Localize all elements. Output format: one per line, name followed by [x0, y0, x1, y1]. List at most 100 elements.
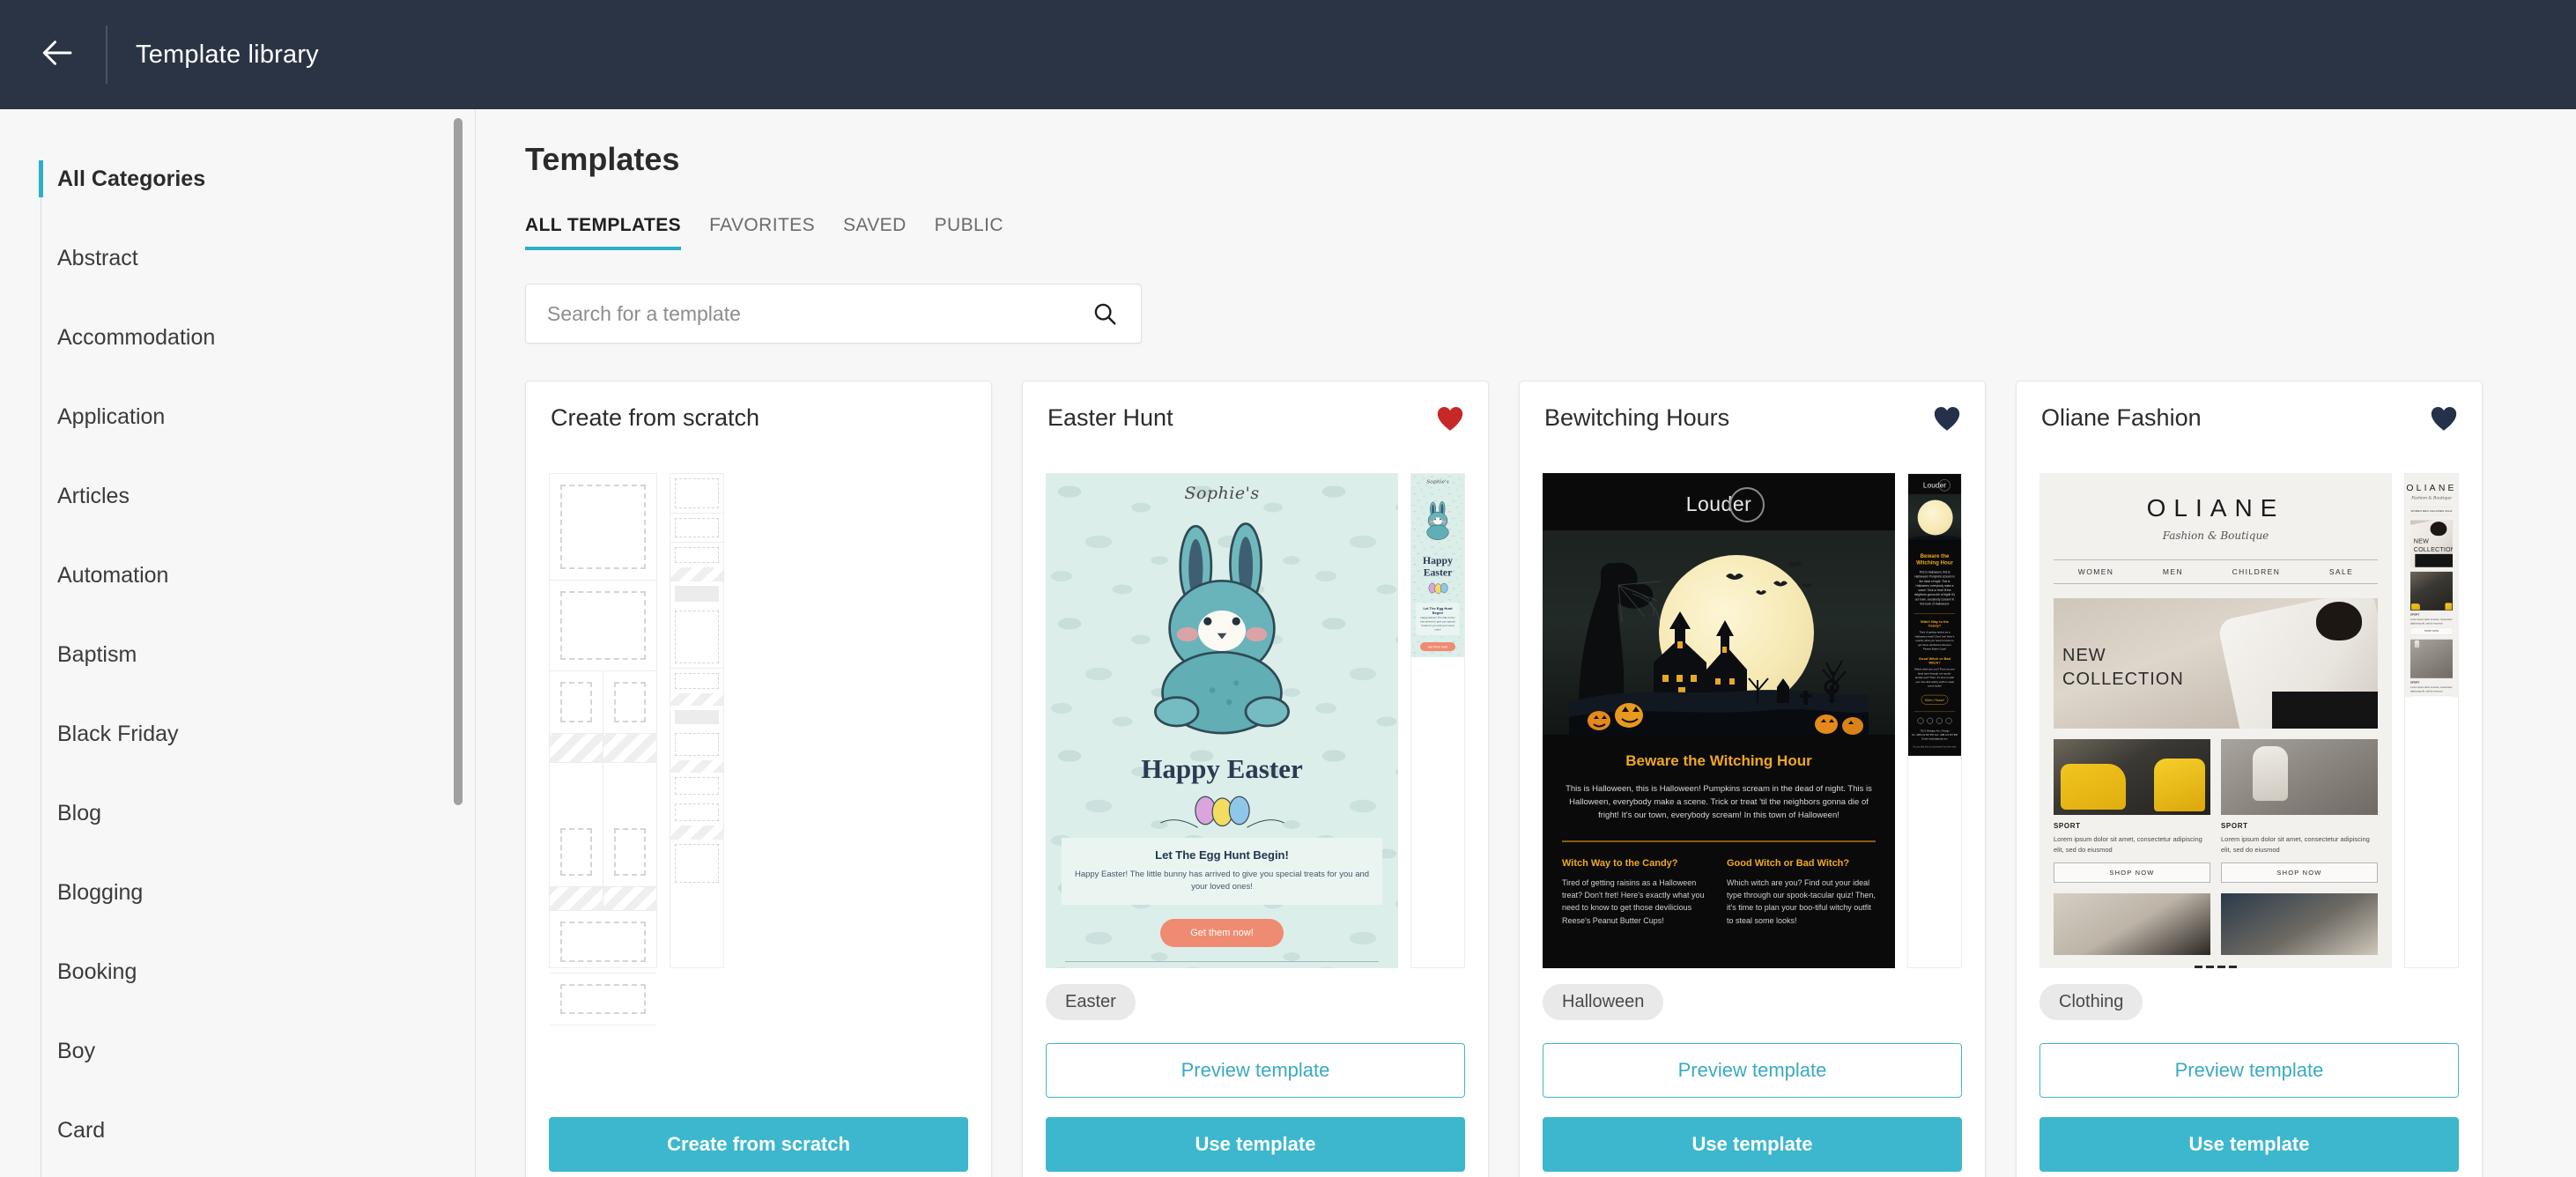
template-card-bewitching-hours[interactable]: Bewitching Hours Louder Beware the Witch… [1519, 381, 1986, 1177]
halloween-desktop-preview: Louder Beware the Witching Hour This is … [1543, 473, 1895, 968]
template-tag[interactable]: Clothing [2039, 984, 2143, 1020]
preview-template-button[interactable]: Preview template [1543, 1043, 1962, 1098]
halloween-column-2: Good Witch or Bad Witch? Which witch are… [1727, 858, 1876, 928]
card-title: Oliane Fashion [2041, 404, 2202, 431]
use-template-button[interactable]: Use template [1046, 1117, 1465, 1172]
back-button[interactable] [26, 23, 90, 86]
template-card-oliane-fashion[interactable]: Oliane Fashion OLIANE Fashion & Boutique [2016, 381, 2483, 1177]
halloween-col1-body: Tired of getting raisins as a Halloween … [1562, 877, 1705, 925]
halloween-logo: Louder [1543, 473, 1895, 530]
favorite-heart-icon[interactable] [2429, 404, 2459, 432]
sidebar-item-application[interactable]: Application [0, 377, 475, 456]
oliane-product-3-image [2054, 893, 2210, 955]
preview-template-button[interactable]: Preview template [1046, 1043, 1465, 1098]
sidebar-item-accommodation[interactable]: Accommodation [0, 298, 475, 377]
logo-ring-icon [1729, 487, 1765, 522]
main-content: Templates ALL TEMPLATES FAVORITES SAVED … [476, 109, 2576, 1177]
oliane-product-2-cta: SHOP NOW [2221, 862, 2378, 883]
template-card-create-from-scratch[interactable]: Create from scratch Create from scratch [525, 381, 992, 1177]
template-card-easter-hunt[interactable]: Easter Hunt Sophie's Happy Easter Let Th… [1022, 381, 1489, 1177]
template-tag[interactable]: Easter [1046, 984, 1136, 1020]
sidebar-item-card[interactable]: Card [0, 1091, 475, 1170]
oliane-product-grid: SPORT Lorem ipsum dolor sit amet, consec… [2054, 739, 2378, 883]
facebook-icon [2195, 966, 2202, 968]
sidebar-item-abstract[interactable]: Abstract [0, 218, 475, 298]
create-from-scratch-button[interactable]: Create from scratch [549, 1117, 968, 1172]
sidebar-item-automation[interactable]: Automation [0, 536, 475, 615]
oliane-product-1-label: SPORT [2054, 822, 2081, 830]
halloween-column-1: Witch Way to the Candy? Tired of getting… [1562, 858, 1711, 928]
sidebar-item-boy[interactable]: Boy [0, 1011, 475, 1091]
easter-desktop-preview: Sophie's Happy Easter Let The Egg Hunt B… [1046, 473, 1398, 968]
sidebar-item-label: Application [57, 403, 166, 429]
use-template-button[interactable]: Use template [1543, 1117, 1962, 1172]
card-thumbnail: Sophie's Happy Easter Let The Egg Hunt B… [1046, 473, 1465, 968]
oliane-desktop-preview: OLIANE Fashion & Boutique WOMEN MEN CHIL… [2039, 473, 2392, 968]
sidebar-item-all-categories[interactable]: All Categories [0, 139, 475, 218]
search-icon[interactable] [1092, 300, 1118, 327]
card-header: Bewitching Hours [1543, 404, 1962, 454]
card-header: Create from scratch [549, 404, 968, 454]
oliane-nav-men: MEN [2162, 567, 2184, 576]
use-template-button[interactable]: Use template [2039, 1117, 2459, 1172]
easter-eggs-illustration [1046, 792, 1398, 828]
favorite-heart-icon[interactable] [1932, 404, 1962, 432]
oliane-product-1-cta: SHOP NOW [2054, 862, 2210, 883]
sidebar-item-black-friday[interactable]: Black Friday [0, 694, 475, 774]
card-thumbnail: Louder Beware the Witching Hour This is … [1543, 473, 1962, 968]
halloween-col2-body: Which witch are you? Find out your ideal… [1727, 877, 1876, 925]
sidebar-item-blog[interactable]: Blog [0, 774, 475, 853]
halloween-body: This is Halloween, this is Halloween! Pu… [1566, 784, 1872, 821]
top-bar: Template library [0, 0, 2576, 109]
card-title: Bewitching Hours [1544, 404, 1730, 431]
sidebar-item-label: Articles [57, 483, 130, 508]
linkedin-icon [2229, 966, 2237, 968]
sidebar-item-label: Accommodation [57, 324, 216, 350]
sidebar-item-label: Booking [57, 959, 137, 984]
halloween-scene-illustration [1543, 530, 1895, 735]
preview-template-button[interactable]: Preview template [2039, 1043, 2459, 1098]
halloween-mobile-preview: Louder Beware the Witching Hour This is … [1907, 473, 1962, 968]
search-input[interactable] [547, 301, 1092, 326]
sidebar-scrollbar[interactable] [454, 109, 464, 1177]
favorite-heart-icon[interactable] [1435, 404, 1465, 432]
easter-headline: Happy Easter [1141, 753, 1303, 784]
template-card-grid: Create from scratch Create from scratch … [525, 381, 2576, 1177]
oliane-hero-line1: NEW [2062, 646, 2106, 665]
tab-all-templates[interactable]: ALL TEMPLATES [525, 215, 682, 250]
template-tag[interactable]: Halloween [1543, 984, 1664, 1020]
oliane-nav-sale: SALE [2328, 567, 2354, 576]
oliane-nav-children: CHILDREN [2232, 567, 2281, 576]
arrow-left-icon [40, 34, 77, 76]
sidebar-item-articles[interactable]: Articles [0, 456, 475, 536]
sidebar-item-label: Boy [57, 1038, 96, 1063]
sidebar-item-baptism[interactable]: Baptism [0, 615, 475, 694]
easter-divider [1065, 960, 1379, 962]
tab-saved[interactable]: SAVED [843, 215, 907, 250]
tab-favorites[interactable]: FAVORITES [709, 215, 815, 250]
sidebar-item-label: Baptism [57, 641, 137, 667]
oliane-logo-sub: Fashion & Boutique [2162, 529, 2269, 542]
sidebar-item-label: Automation [57, 562, 169, 588]
easter-message-block: Let The Egg Hunt Begin! Happy Easter! Th… [1062, 838, 1382, 905]
oliane-logo-text: OLIANE [2146, 494, 2285, 522]
sidebar-scrollbar-thumb[interactable] [454, 118, 463, 805]
sidebar-item-label: Black Friday [57, 721, 179, 746]
topbar-divider [106, 26, 107, 84]
sidebar-item-booking[interactable]: Booking [0, 932, 475, 1011]
card-footer: Clothing Preview template Use template [2039, 984, 2459, 1177]
halloween-col1-title: Witch Way to the Candy? [1562, 857, 1678, 869]
easter-message-title: Let The Egg Hunt Begin! [1155, 848, 1289, 862]
card-thumbnail [549, 473, 968, 1025]
sidebar-item-label: Blogging [57, 879, 144, 905]
halloween-headline: Beware the Witching Hour [1625, 752, 1812, 769]
twitter-icon [2206, 966, 2214, 968]
sidebar-item-blogging[interactable]: Blogging [0, 853, 475, 932]
body-wrapper: All Categories Abstract Accommodation Ap… [0, 109, 2576, 1177]
tab-public[interactable]: PUBLIC [935, 215, 1003, 250]
category-list: All Categories Abstract Accommodation Ap… [0, 139, 475, 1177]
oliane-product-1-desc: Lorem ipsum dolor sit amet, consectetur … [2054, 835, 2202, 854]
card-footer: Easter Preview template Use template [1046, 984, 1465, 1177]
sidebar-item-label: Card [57, 1117, 106, 1143]
easter-message-body: Happy Easter! The little bunny has arriv… [1074, 870, 1370, 892]
